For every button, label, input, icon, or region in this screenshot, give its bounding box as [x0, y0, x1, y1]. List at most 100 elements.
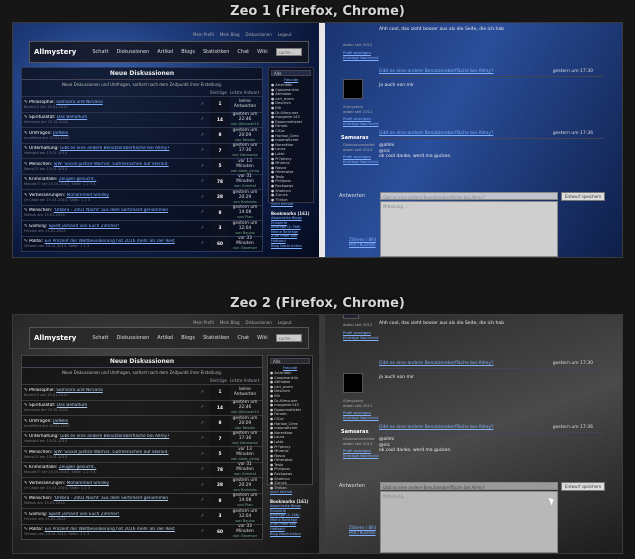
row-link[interactable]: 'Ombra - 2001 Nacht' aus dem Sortiment g…: [54, 496, 169, 501]
nav-item[interactable]: Chat: [237, 335, 249, 341]
message-link[interactable]: Einträge Nachricht: [343, 335, 378, 340]
goto-icon[interactable]: ↗: [194, 102, 210, 107]
goto-icon[interactable]: ↗: [194, 179, 210, 184]
answer-textarea[interactable]: Mitteilung ...: [380, 201, 558, 257]
row-last[interactable]: gestern um 17:36 von Samsarax: [230, 143, 260, 158]
friends-more-link[interactable]: noch einmal: [270, 490, 310, 495]
top-link[interactable]: Mein Profil: [193, 320, 214, 325]
row-last[interactable]: keine Antworten: [230, 387, 260, 397]
row-last[interactable]: gestern um 17:36 von Samsarax: [230, 431, 260, 446]
discussion-row[interactable]: ✎ Menschen: SJW: Social Justice Warrior,…: [22, 158, 262, 174]
nav-item[interactable]: Wiki: [257, 335, 268, 341]
nav-item[interactable]: Diskussionen: [116, 335, 149, 341]
nav-item[interactable]: Schatt: [92, 335, 108, 341]
row-last[interactable]: gestern um 12:04 von Baulus: [230, 221, 260, 236]
row-last[interactable]: gestern um 20:29 von Barbelas: [230, 190, 260, 205]
discussion-row[interactable]: ✎ Philosophie: Samsara und Nirvana Beute1…: [22, 96, 262, 112]
nav-item[interactable]: Artikel: [157, 49, 173, 55]
row-last[interactable]: vor 31 Minuten von Orientst: [230, 174, 260, 189]
bookmark-link[interactable]: Blog Nachrichten: [271, 244, 311, 249]
row-last[interactable]: gestern um 22:46 von Allmuser15: [230, 112, 260, 127]
site-logo[interactable]: Allmystery: [34, 334, 76, 342]
row-last[interactable]: gestern um 20:09 von Ressex: [230, 416, 260, 431]
nav-item[interactable]: Diskussionen: [116, 49, 149, 55]
nav-item[interactable]: Blogs: [181, 335, 195, 341]
search-input[interactable]: suche...: [275, 48, 302, 56]
nav-item[interactable]: Chat: [237, 49, 249, 55]
answer-textarea[interactable]: Mitteilung ...: [380, 491, 558, 553]
goto-icon[interactable]: ↗: [194, 241, 210, 246]
discussion-row[interactable]: ✎ Gaming: Spielt jemand von Euch Zimmer!…: [22, 508, 262, 524]
search-input[interactable]: suche...: [275, 334, 302, 342]
avatar[interactable]: [343, 79, 363, 99]
discussion-row[interactable]: ✎ Kriminalfälle: Zeugen gesucht.. Maude77…: [22, 461, 262, 477]
nav-item[interactable]: Artikel: [157, 335, 173, 341]
goto-icon[interactable]: ↗: [194, 390, 210, 395]
row-last[interactable]: gestern um 20:29 von Barbelas: [230, 478, 260, 493]
message-link[interactable]: Einträge Nachricht: [343, 121, 378, 126]
answer-subject[interactable]: Gibt es eine andere Benutzeroberfläche b…: [380, 192, 558, 200]
goto-icon[interactable]: ↗: [194, 210, 210, 215]
nav-item[interactable]: Schatt: [92, 49, 108, 55]
row-last[interactable]: vor 33 Minuten von Observer: [230, 524, 260, 539]
discussion-row[interactable]: ✎ Unterhaltung: Gibt es eine andere Benu…: [22, 142, 262, 158]
discussion-row[interactable]: ✎ Umfragen: Ja/Nein nuneffect am 15.01.20…: [22, 127, 262, 143]
row-last[interactable]: vor 13 Minuten von aleta_cemp: [230, 159, 260, 174]
discussion-row[interactable]: ✎ Politik: Ein Prozent der Weltbevölkeru…: [22, 235, 262, 251]
avatar[interactable]: [343, 373, 363, 393]
discussion-row[interactable]: ✎ Philosophie: Samsara und Nirvana Beute1…: [22, 384, 262, 400]
goto-icon[interactable]: ↗: [194, 498, 210, 503]
nav-item[interactable]: Statistiken: [203, 49, 229, 55]
nav-item[interactable]: Wiki: [257, 49, 268, 55]
save-draft-button[interactable]: Entwurf speichern: [561, 482, 606, 491]
nav-item[interactable]: Statistiken: [203, 335, 229, 341]
discussion-row[interactable]: ✎ Spiritualität: Das Behaltum Samsara am …: [22, 111, 262, 127]
friends-title[interactable]: Freunde: [270, 366, 310, 370]
filter-select[interactable]: Alle: [270, 358, 310, 364]
row-link[interactable]: SJW: Social Justice Warrior, Gutmenschen…: [54, 162, 169, 167]
discussion-row[interactable]: ✎ Gaming: Spielt jemand von Euch Zimmer!…: [22, 220, 262, 236]
goto-icon[interactable]: ↗: [194, 436, 210, 441]
top-link[interactable]: Mein Blog: [220, 320, 240, 325]
top-link[interactable]: Mein Blog: [220, 32, 240, 37]
discussion-row[interactable]: ✎ Menschen: 'Ombra - 2001 Nacht' aus dem…: [22, 204, 262, 220]
friends-title[interactable]: Freunde: [271, 78, 311, 82]
save-draft-button[interactable]: Entwurf speichern: [561, 192, 606, 201]
discussion-row[interactable]: ✎ Verbesserungen: Mohammed Smilley Ur Cha…: [22, 189, 262, 205]
post-subject[interactable]: Gibt es eine andere Benutzeroberfläche b…: [379, 131, 493, 136]
row-last[interactable]: gestern um 20:09 von Ressex: [230, 128, 260, 143]
discussion-row[interactable]: ✎ Kriminalfälle: Zeugen gesucht.. Maude77…: [22, 173, 262, 189]
goto-icon[interactable]: ↗: [194, 164, 210, 169]
row-last[interactable]: vor 13 Minuten von aleta_cemp: [230, 447, 260, 462]
discussion-row[interactable]: ✎ Politik: Ein Prozent der Weltbevölkeru…: [22, 523, 262, 539]
answer-subject[interactable]: Gibt es eine andere Benutzeroberfläche b…: [380, 482, 558, 490]
top-link[interactable]: Diskussionen: [245, 320, 271, 325]
discussion-row[interactable]: ✎ Verbesserungen: Mohammed Smilley Ur Cha…: [22, 477, 262, 493]
post-author[interactable]: Samsarax: [341, 429, 369, 435]
friends-more-link[interactable]: noch einmal: [271, 202, 311, 207]
row-last[interactable]: vor 31 Minuten von Orientst: [230, 462, 260, 477]
goto-icon[interactable]: ↗: [194, 195, 210, 200]
discussion-row[interactable]: ✎ Spiritualität: Das Behaltum Samsara am …: [22, 399, 262, 415]
nav-item[interactable]: Blogs: [181, 49, 195, 55]
filter-select[interactable]: Alle: [271, 70, 311, 76]
post-subject[interactable]: Gibt es eine andere Benutzeroberfläche b…: [379, 425, 493, 430]
goto-icon[interactable]: ↗: [194, 226, 210, 231]
goto-icon[interactable]: ↗: [194, 529, 210, 534]
message-link[interactable]: Einträge Nachricht: [343, 453, 378, 458]
discussion-row[interactable]: ✎ Unterhaltung: Gibt es eine andere Benu…: [22, 430, 262, 446]
bookmark-link[interactable]: Zum Profil von Hatlsaid: [271, 234, 311, 243]
discussion-row[interactable]: ✎ Umfragen: Ja/Nein nuneffect am 15.01.20…: [22, 415, 262, 431]
goto-icon[interactable]: ↗: [194, 148, 210, 153]
row-link[interactable]: Gibt es eine andere Benutzeroberfläche b…: [60, 434, 169, 439]
goto-icon[interactable]: ↗: [194, 483, 210, 488]
top-link[interactable]: Logout: [278, 32, 292, 37]
goto-icon[interactable]: ↗: [194, 514, 210, 519]
goto-icon[interactable]: ↗: [194, 117, 210, 122]
goto-icon[interactable]: ↗: [194, 467, 210, 472]
post-subject[interactable]: Gibt es eine andere Benutzeroberfläche b…: [379, 361, 493, 366]
row-last[interactable]: gestern um 12:04 von Baulus: [230, 509, 260, 524]
discussion-row[interactable]: ✎ Menschen: 'Ombra - 2001 Nacht' aus dem…: [22, 492, 262, 508]
row-last[interactable]: gestern um 14:08 von Plan: [230, 493, 260, 508]
message-link[interactable]: Einträge Nachricht: [343, 159, 378, 164]
